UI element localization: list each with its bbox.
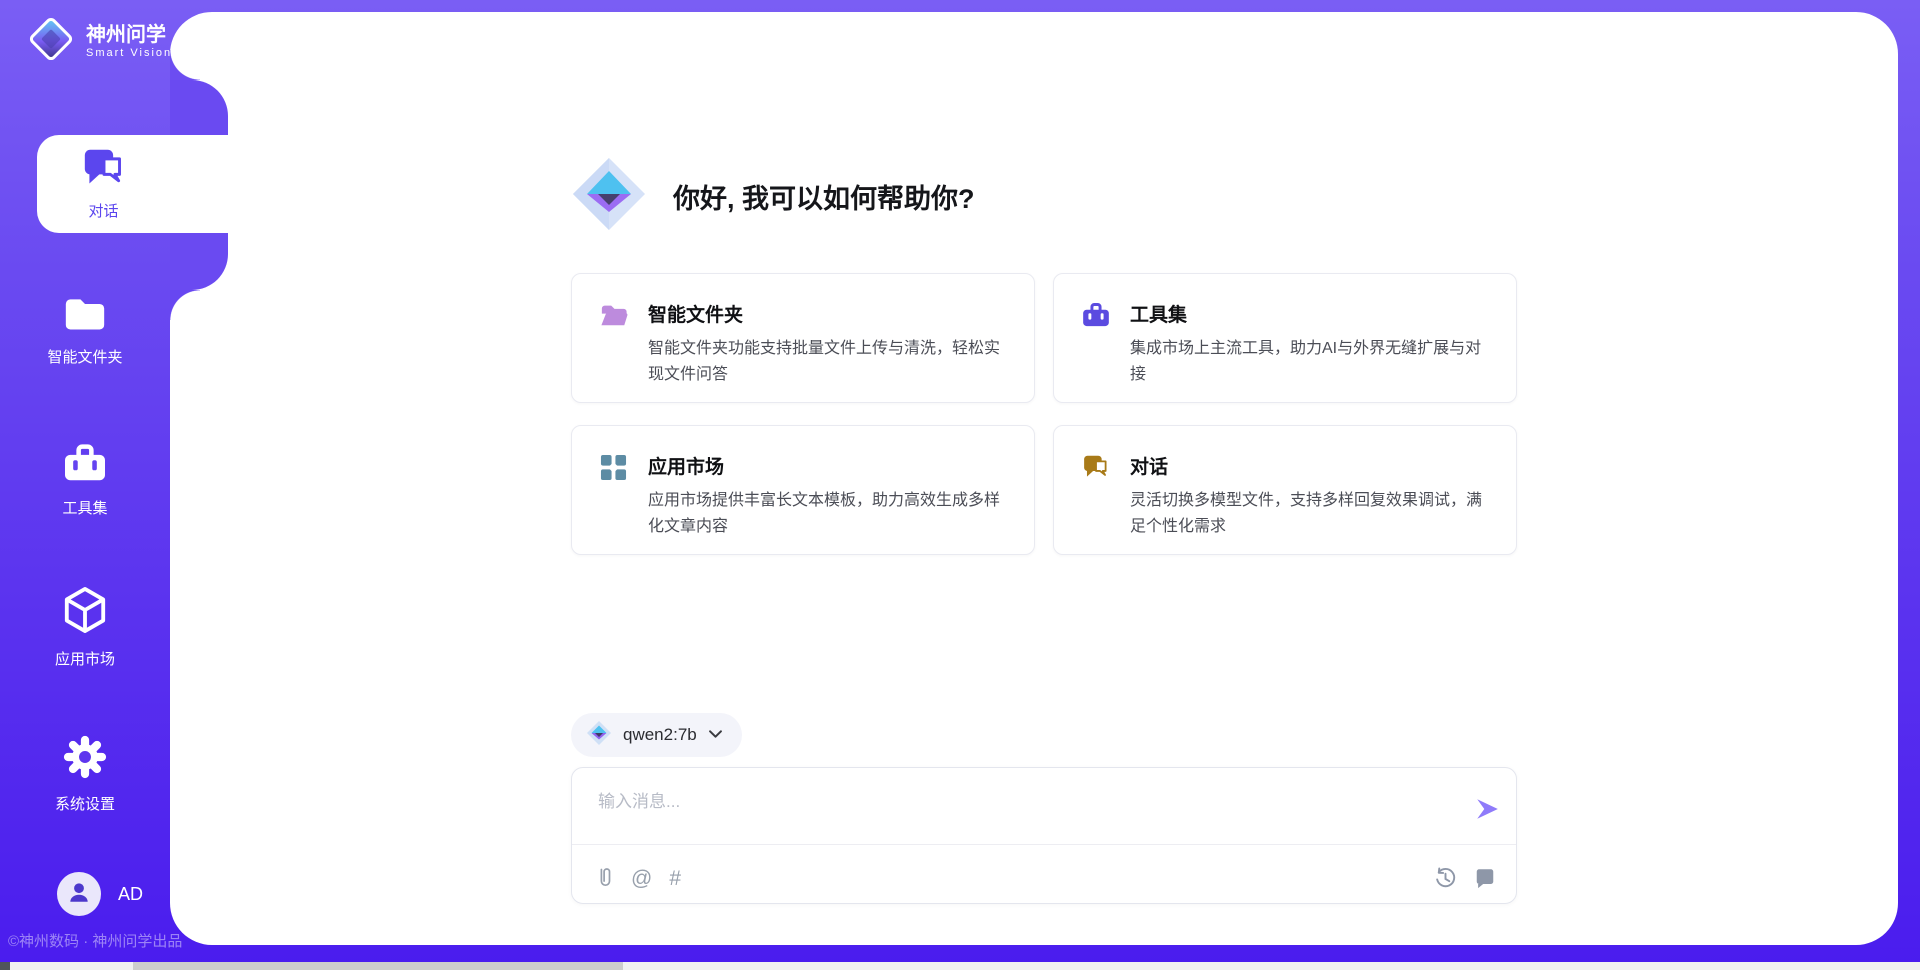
- card-toolset[interactable]: 工具集 集成市场上主流工具，助力AI与外界无缝扩展与对接: [1053, 273, 1517, 403]
- user-label: AD: [118, 884, 143, 905]
- tab-fillet-top: [170, 50, 200, 80]
- paperclip-icon[interactable]: [596, 866, 614, 890]
- folder-icon: [64, 296, 106, 337]
- card-description: 集成市场上主流工具，助力AI与外界无缝扩展与对接: [1130, 336, 1488, 387]
- app-logo: 神州问学 Smart Vision: [28, 16, 172, 67]
- user-account[interactable]: AD: [57, 872, 143, 916]
- card-smart-folder[interactable]: 智能文件夹 智能文件夹功能支持批量文件上传与清洗，轻松实现文件问答: [571, 273, 1035, 403]
- briefcase-icon: [1082, 300, 1110, 376]
- card-description: 应用市场提供丰富长文本模板，助力高效生成多样化文章内容: [648, 488, 1006, 539]
- content-column: 你好, 我可以如何帮助你? 智能文件夹 智能文件夹功能支持批量文件上传与清洗，轻…: [571, 12, 1517, 904]
- feature-cards: 智能文件夹 智能文件夹功能支持批量文件上传与清洗，轻松实现文件问答 工具集 集成…: [571, 273, 1517, 555]
- diamond-logo-icon: [28, 16, 74, 67]
- scrollbar-thumb[interactable]: [133, 962, 623, 970]
- card-app-market[interactable]: 应用市场 应用市场提供丰富长文本模板，助力高效生成多样化文章内容: [571, 425, 1035, 555]
- model-selector[interactable]: qwen2:7b: [571, 713, 742, 757]
- message-input[interactable]: [596, 785, 1460, 839]
- card-description: 灵活切换多模型文件，支持多样回复效果调试，满足个性化需求: [1130, 488, 1488, 539]
- chat-icon: [1082, 452, 1110, 528]
- scrollbar-corner: [0, 962, 10, 970]
- send-icon: [1474, 810, 1500, 825]
- sidebar-item-chat[interactable]: 对话: [37, 135, 237, 233]
- card-title: 智能文件夹: [648, 300, 1006, 327]
- message-composer: @ #: [571, 767, 1517, 904]
- folder-open-icon: [600, 300, 628, 376]
- briefcase-icon: [63, 443, 107, 488]
- diamond-logo-icon: [586, 720, 612, 751]
- gear-icon: [63, 735, 107, 784]
- at-icon[interactable]: @: [631, 868, 652, 889]
- sidebar-item-app-market[interactable]: 应用市场: [0, 586, 170, 669]
- greeting-text: 你好, 我可以如何帮助你?: [673, 177, 975, 216]
- gem-logo-icon: [571, 156, 647, 237]
- card-title: 应用市场: [648, 452, 1006, 479]
- sidebar-item-settings[interactable]: 系统设置: [0, 735, 170, 814]
- card-chat[interactable]: 对话 灵活切换多模型文件，支持多样回复效果调试，满足个性化需求: [1053, 425, 1517, 555]
- model-name: qwen2:7b: [623, 725, 697, 745]
- greeting-row: 你好, 我可以如何帮助你?: [571, 156, 1517, 237]
- sidebar-item-smart-folder[interactable]: 智能文件夹: [0, 296, 170, 367]
- person-icon: [66, 879, 92, 910]
- grid-icon: [600, 452, 628, 528]
- sidebar-item-label: 应用市场: [55, 648, 115, 669]
- card-title: 工具集: [1130, 300, 1488, 327]
- composer-divider: [572, 844, 1516, 845]
- sidebar-item-label: 对话: [88, 200, 118, 221]
- sidebar-item-label: 智能文件夹: [47, 346, 122, 367]
- app-subtitle: Smart Vision: [86, 47, 172, 59]
- sidebar-item-label: 工具集: [62, 497, 107, 518]
- hash-icon[interactable]: #: [669, 868, 681, 889]
- tab-fillet-bottom: [170, 290, 200, 320]
- card-title: 对话: [1130, 452, 1488, 479]
- chevron-down-icon: [708, 726, 723, 744]
- composer-toolbar: @ #: [596, 866, 1496, 890]
- history-icon[interactable]: [1434, 867, 1457, 890]
- copyright-footer: ©神州数码 · 神州问学出品: [8, 930, 182, 951]
- chat-icon: [82, 147, 126, 194]
- avatar: [57, 872, 101, 916]
- card-description: 智能文件夹功能支持批量文件上传与清洗，轻松实现文件问答: [648, 336, 1006, 387]
- app-title: 神州问学: [86, 24, 172, 47]
- cube-icon: [62, 586, 108, 639]
- send-button[interactable]: [1474, 796, 1500, 822]
- chat-square-icon[interactable]: [1474, 867, 1496, 889]
- horizontal-scrollbar[interactable]: [0, 962, 1920, 970]
- sidebar-item-toolset[interactable]: 工具集: [0, 443, 170, 518]
- sidebar-item-label: 系统设置: [55, 793, 115, 814]
